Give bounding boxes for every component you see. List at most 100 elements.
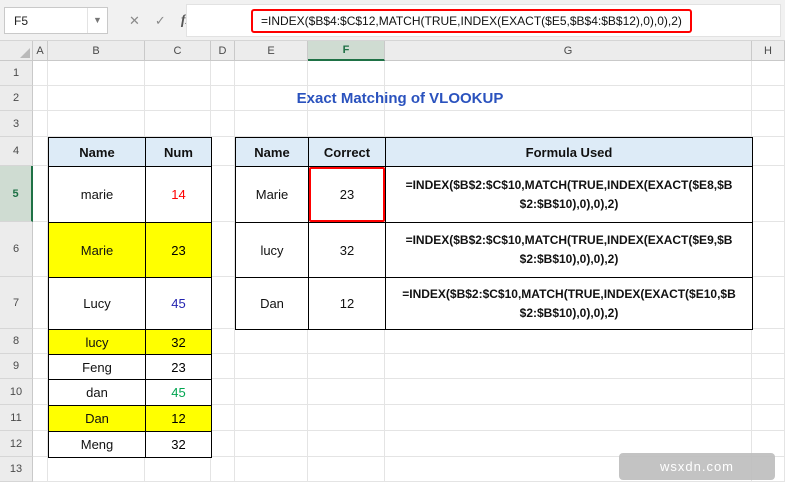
grid-cell[interactable] <box>385 379 752 405</box>
row-header-1[interactable]: 1 <box>0 61 33 86</box>
grid-cell[interactable] <box>752 329 785 354</box>
cell-name[interactable]: Lucy <box>49 278 146 330</box>
row-header-6[interactable]: 6 <box>0 222 33 277</box>
column-header-D[interactable]: D <box>211 41 235 61</box>
row-header-11[interactable]: 11 <box>0 405 33 431</box>
grid-cell[interactable] <box>33 166 48 222</box>
grid-cell[interactable] <box>145 111 211 137</box>
cell-num[interactable]: 32 <box>146 432 212 458</box>
row-header-7[interactable]: 7 <box>0 277 33 329</box>
grid-cell[interactable] <box>235 405 308 431</box>
column-header-C[interactable]: C <box>145 41 211 61</box>
grid-cell[interactable] <box>33 457 48 482</box>
cell-correct[interactable]: 12 <box>309 278 386 330</box>
column-header-H[interactable]: H <box>752 41 785 61</box>
grid-cell[interactable] <box>33 379 48 405</box>
cell-name[interactable]: dan <box>49 380 146 406</box>
row-header-8[interactable]: 8 <box>0 329 33 354</box>
grid-cell[interactable] <box>33 329 48 354</box>
cell-num[interactable]: 14 <box>146 167 212 223</box>
grid-cell[interactable] <box>235 457 308 482</box>
grid-cell[interactable] <box>211 137 235 166</box>
sheet-title[interactable]: Exact Matching of VLOOKUP <box>48 86 752 111</box>
grid-cell[interactable] <box>211 166 235 222</box>
grid-cell[interactable] <box>211 354 235 379</box>
column-header-F[interactable]: F <box>308 41 385 61</box>
grid-cell[interactable] <box>308 354 385 379</box>
grid-cell[interactable] <box>235 431 308 457</box>
grid-cell[interactable] <box>33 405 48 431</box>
name-box[interactable]: F5 ▼ <box>4 7 108 34</box>
grid-cell[interactable] <box>308 431 385 457</box>
cell-name[interactable]: Marie <box>236 167 309 223</box>
row-header-3[interactable]: 3 <box>0 111 33 137</box>
cell-name[interactable]: Marie <box>49 223 146 278</box>
grid-cell[interactable] <box>308 457 385 482</box>
grid-cell[interactable] <box>752 405 785 431</box>
grid-cell[interactable] <box>48 61 145 86</box>
row-header-4[interactable]: 4 <box>0 137 33 166</box>
row-header-5[interactable]: 5 <box>0 166 33 222</box>
grid-cell[interactable] <box>752 86 785 111</box>
grid-cell[interactable] <box>752 222 785 277</box>
cell-num[interactable]: 45 <box>146 380 212 406</box>
left-header-num[interactable]: Num <box>146 138 212 167</box>
name-box-dropdown-icon[interactable]: ▼ <box>87 8 107 33</box>
row-header-9[interactable]: 9 <box>0 354 33 379</box>
grid-cell[interactable] <box>211 111 235 137</box>
grid-cell[interactable] <box>308 379 385 405</box>
cancel-button[interactable]: ✕ <box>129 13 140 29</box>
grid-cell[interactable] <box>235 354 308 379</box>
row-header-13[interactable]: 13 <box>0 457 33 482</box>
grid-cell[interactable] <box>211 277 235 329</box>
grid-cell[interactable] <box>33 86 48 111</box>
row-header-10[interactable]: 10 <box>0 379 33 405</box>
cell-name[interactable]: lucy <box>236 223 309 278</box>
cell-name[interactable]: marie <box>49 167 146 223</box>
grid-cell[interactable] <box>752 354 785 379</box>
grid-cell[interactable] <box>308 405 385 431</box>
grid-cell[interactable] <box>145 457 211 482</box>
grid-cell[interactable] <box>145 61 211 86</box>
cell-name[interactable]: lucy <box>49 330 146 355</box>
cell-num[interactable]: 45 <box>146 278 212 330</box>
column-header-G[interactable]: G <box>385 41 752 61</box>
column-header-E[interactable]: E <box>235 41 308 61</box>
right-header-name[interactable]: Name <box>236 138 309 167</box>
grid-cell[interactable] <box>211 329 235 354</box>
grid-cell[interactable] <box>308 61 385 86</box>
cell-num[interactable]: 23 <box>146 355 212 380</box>
grid-cell[interactable] <box>33 277 48 329</box>
cell-name[interactable]: Feng <box>49 355 146 380</box>
formula-input[interactable]: =INDEX($B$4:$C$12,MATCH(TRUE,INDEX(EXACT… <box>186 4 781 37</box>
cell-formula[interactable]: =INDEX($B$2:$C$10,MATCH(TRUE,INDEX(EXACT… <box>386 167 753 223</box>
grid-cell[interactable] <box>48 111 145 137</box>
grid-cell[interactable] <box>752 61 785 86</box>
grid-cell[interactable] <box>752 277 785 329</box>
cell-formula[interactable]: =INDEX($B$2:$C$10,MATCH(TRUE,INDEX(EXACT… <box>386 223 753 278</box>
grid-cell[interactable] <box>211 61 235 86</box>
cell-name[interactable]: Dan <box>236 278 309 330</box>
cell-name[interactable]: Meng <box>49 432 146 458</box>
grid-cell[interactable] <box>235 329 308 354</box>
grid-cell[interactable] <box>385 329 752 354</box>
cell-num[interactable]: 32 <box>146 330 212 355</box>
select-all-button[interactable] <box>0 41 33 61</box>
grid-cell[interactable] <box>211 379 235 405</box>
grid-cell[interactable] <box>385 61 752 86</box>
grid-cell[interactable] <box>211 457 235 482</box>
grid-cell[interactable] <box>33 61 48 86</box>
grid-cell[interactable] <box>385 405 752 431</box>
grid-cell[interactable] <box>385 354 752 379</box>
grid-cell[interactable] <box>235 111 308 137</box>
row-header-2[interactable]: 2 <box>0 86 33 111</box>
grid-cell[interactable] <box>48 457 145 482</box>
enter-button[interactable]: ✓ <box>155 13 166 29</box>
cell-num[interactable]: 23 <box>146 223 212 278</box>
cell-formula[interactable]: =INDEX($B$2:$C$10,MATCH(TRUE,INDEX(EXACT… <box>386 278 753 330</box>
grid-cell[interactable] <box>33 431 48 457</box>
right-header-formula[interactable]: Formula Used <box>386 138 753 167</box>
cell-name[interactable]: Dan <box>49 406 146 432</box>
right-header-correct[interactable]: Correct <box>309 138 386 167</box>
cell-num[interactable]: 12 <box>146 406 212 432</box>
